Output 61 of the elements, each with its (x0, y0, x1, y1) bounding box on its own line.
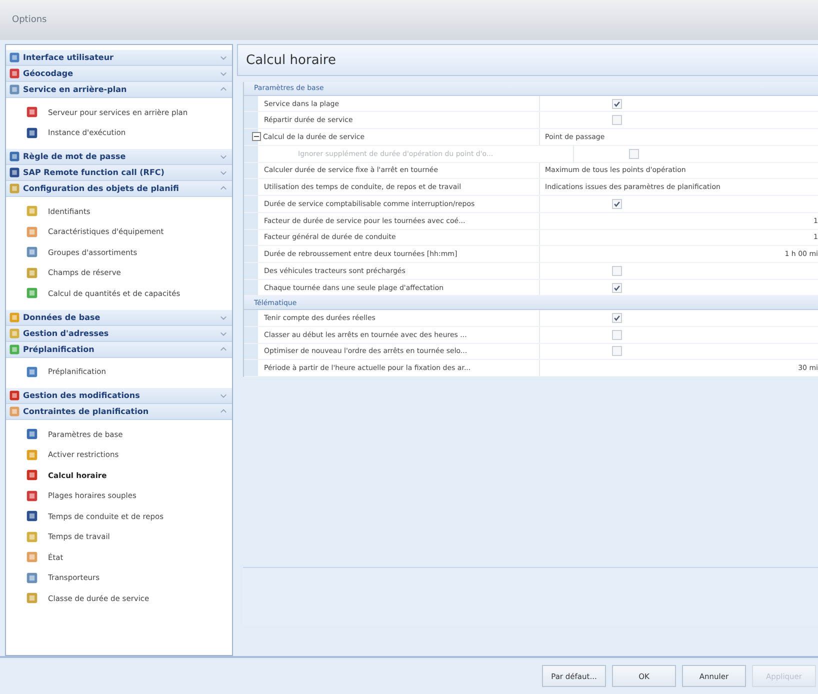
group-icon (9, 68, 20, 79)
group-header[interactable]: Règle de mot de passe (6, 149, 232, 165)
group-icon (9, 84, 20, 95)
item-icon (26, 246, 38, 258)
group-header[interactable]: Préplanification (6, 342, 232, 358)
checkbox[interactable] (612, 198, 622, 209)
group-header[interactable]: Interface utilisateur (6, 50, 232, 66)
checkbox[interactable] (612, 115, 622, 126)
item-icon (26, 205, 38, 218)
item-icon (26, 226, 38, 238)
collapse-toggle[interactable] (252, 132, 261, 142)
item-icon (26, 572, 38, 584)
checkbox[interactable] (612, 312, 622, 323)
item-icon (26, 126, 38, 139)
group-header[interactable]: Configuration des objets de planifi (6, 181, 232, 197)
item-icon (26, 510, 38, 522)
item-icon (26, 106, 38, 118)
item-icon (26, 428, 38, 440)
item-icon (26, 266, 38, 279)
chevron-icon[interactable] (220, 346, 227, 352)
checkbox[interactable] (612, 330, 622, 340)
group-icon (9, 183, 20, 194)
window-title: Options (12, 15, 47, 25)
item-icon (26, 530, 38, 543)
group-icon (9, 151, 20, 162)
chevron-icon[interactable] (220, 70, 227, 77)
group-icon (9, 344, 20, 354)
group-header[interactable]: Gestion d'adresses (6, 326, 232, 342)
group-icon (9, 167, 20, 178)
checkbox[interactable] (612, 282, 622, 293)
chevron-icon[interactable] (220, 392, 227, 399)
group-icon (9, 406, 20, 417)
group-header[interactable]: Données de base (6, 310, 232, 326)
item-icon (26, 490, 38, 502)
group-icon (9, 312, 20, 322)
chevron-icon[interactable] (220, 169, 227, 176)
group-header[interactable]: Gestion des modifications (6, 388, 232, 404)
group-header[interactable]: Contraintes de planification (6, 404, 232, 420)
page-title: Calcul horaire (246, 52, 336, 68)
item-icon (26, 551, 38, 564)
item-icon (26, 287, 38, 300)
item-icon (26, 592, 38, 604)
group-icon (9, 52, 20, 63)
chevron-icon[interactable] (220, 86, 227, 93)
group-icon (9, 328, 20, 338)
chevron-icon[interactable] (220, 153, 227, 160)
group-header[interactable]: Service en arrière-plan (6, 82, 232, 98)
group-header[interactable]: Géocodage (6, 66, 232, 82)
checkbox[interactable] (612, 98, 622, 108)
item-icon (26, 366, 38, 378)
group-icon (9, 390, 20, 401)
chevron-icon[interactable] (220, 54, 227, 61)
checkbox[interactable] (612, 266, 622, 276)
chevron-icon[interactable] (220, 330, 227, 336)
group-header[interactable]: SAP Remote function call (RFC) (6, 165, 232, 181)
chevron-icon[interactable] (220, 185, 227, 192)
item-icon (26, 448, 38, 461)
checkbox[interactable] (612, 346, 622, 356)
chevron-icon[interactable] (220, 408, 227, 415)
item-icon (26, 469, 38, 482)
chevron-icon[interactable] (220, 314, 227, 320)
